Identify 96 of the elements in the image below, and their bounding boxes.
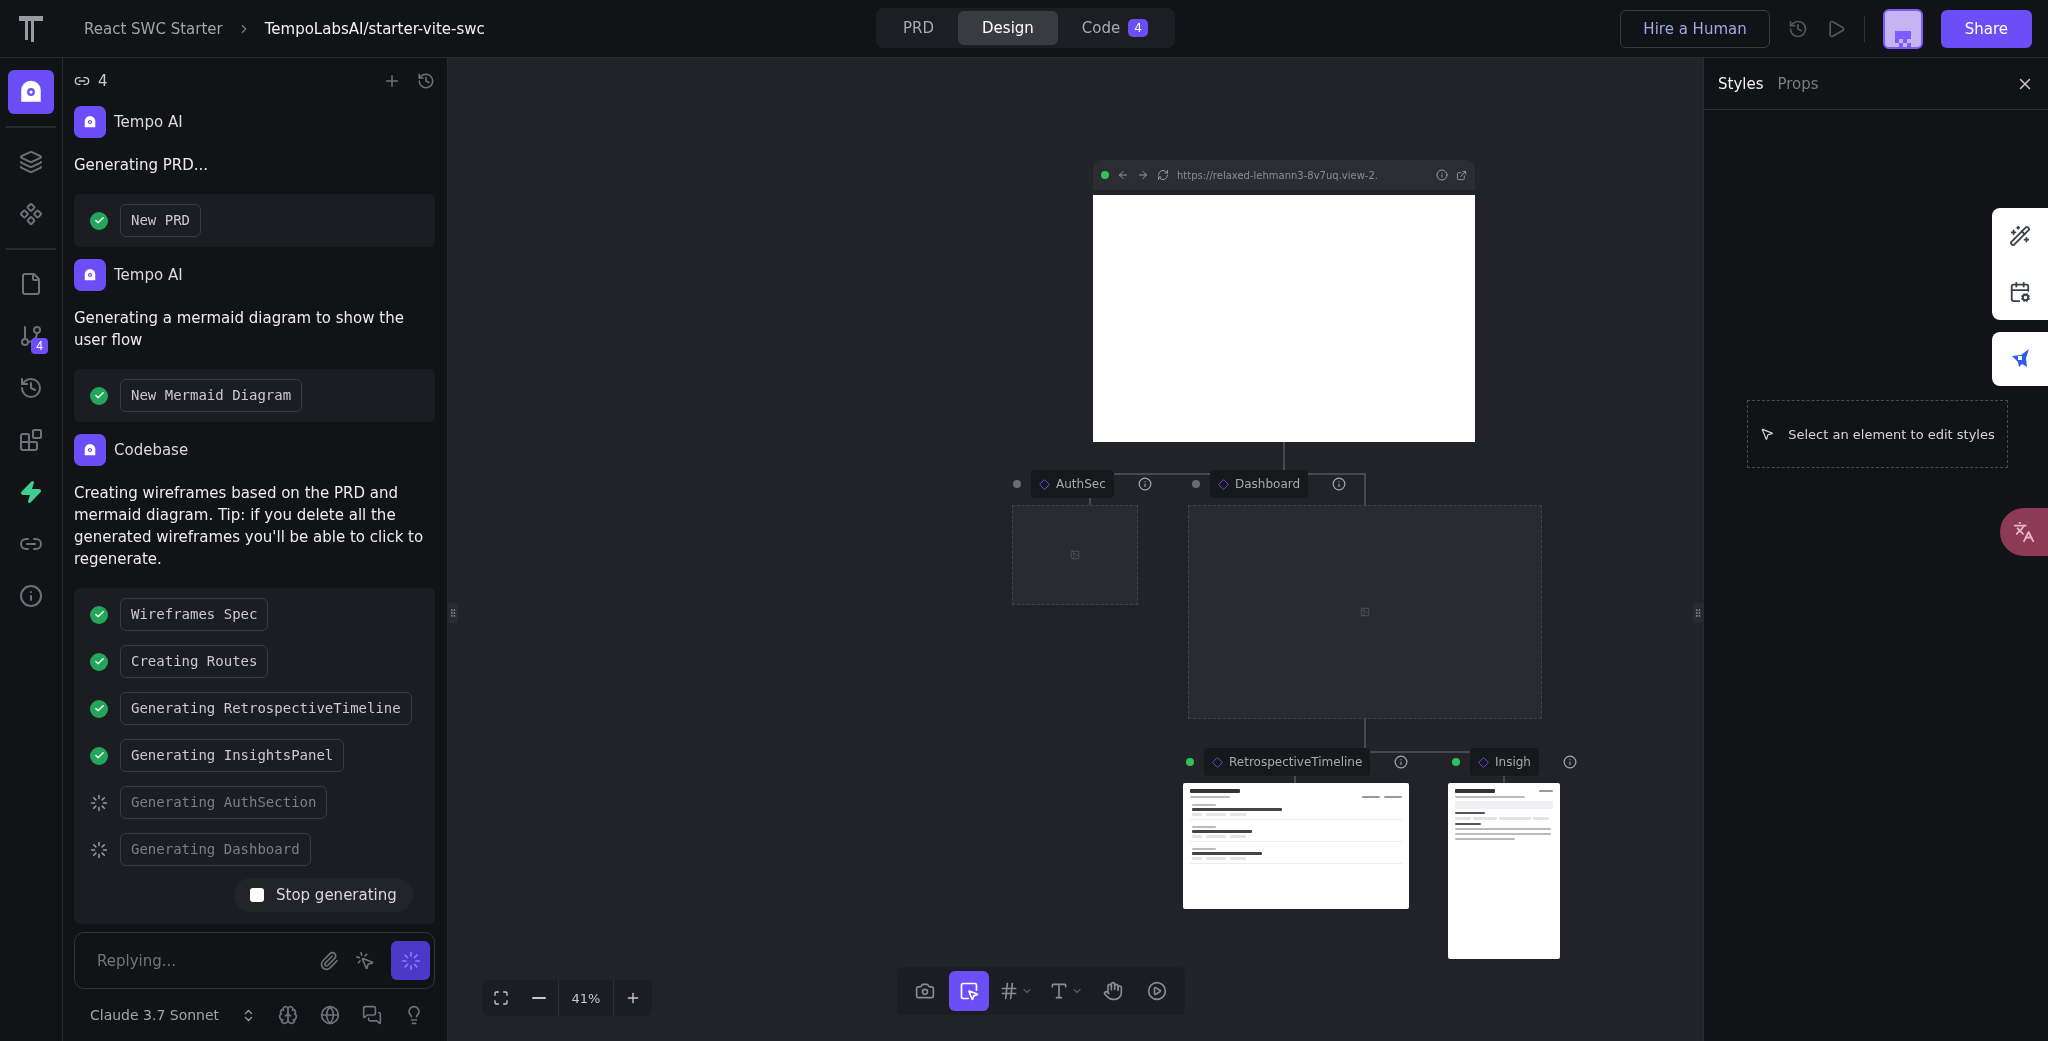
tool-button[interactable] [949, 971, 989, 1011]
attach-icon[interactable] [319, 950, 339, 971]
send-button[interactable] [391, 941, 430, 980]
step-chip[interactable]: Creating Routes [120, 645, 269, 678]
history-icon[interactable] [1787, 18, 1808, 39]
play-icon [1147, 981, 1167, 1001]
author-name: Tempo AI [114, 113, 183, 131]
pointer-icon[interactable] [355, 950, 375, 971]
count-badge: 4 [1128, 19, 1148, 37]
fullscreen-icon [493, 990, 509, 1006]
bolt-icon [19, 480, 43, 504]
plus-icon [383, 72, 401, 90]
external-link-icon[interactable] [1456, 169, 1467, 181]
select-tool-icon [959, 981, 979, 1001]
spinner-icon [400, 950, 421, 971]
globe-icon[interactable] [320, 1005, 341, 1025]
chat-bubbles-icon[interactable] [362, 1005, 383, 1025]
message-text: Creating wireframes based on the PRD and mermaid diagram. Tip: if you delete all the generated wireframes you'll be able to click to regenerate. [74, 483, 425, 570]
cursor-icon [1760, 427, 1775, 441]
model-select[interactable]: Claude 3.7 Sonnet [90, 1007, 257, 1023]
url-text: https://relaxed-lehmann3-8v7uq.view-2. [1177, 169, 1379, 181]
calendar-icon [2009, 281, 2031, 303]
plus-icon [625, 990, 641, 1006]
resize-handle[interactable] [448, 603, 458, 623]
diamond-icon [1212, 756, 1223, 768]
new-chat-button[interactable] [383, 72, 401, 90]
component-label[interactable]: Insigh [1470, 748, 1539, 776]
bot-icon [83, 443, 97, 457]
translate-icon [2013, 521, 2035, 543]
git-branch-icon [19, 324, 43, 348]
thread-count: 4 [98, 72, 108, 90]
step-chip[interactable]: Generating InsightsPanel [120, 739, 345, 772]
project-name[interactable]: React SWC Starter [84, 19, 223, 38]
history-icon [19, 376, 43, 400]
forward-icon[interactable] [1137, 169, 1149, 181]
reload-icon[interactable] [1157, 169, 1169, 181]
component-label[interactable]: AuthSec [1031, 470, 1114, 498]
zoom-level: 41% [558, 980, 614, 1016]
avatar[interactable] [1882, 8, 1923, 49]
component-label[interactable]: Dashboard [1210, 470, 1309, 498]
panel-tab[interactable]: Props [1777, 74, 1819, 93]
brain-icon[interactable] [278, 1005, 299, 1025]
info-icon[interactable] [1332, 477, 1347, 491]
mode-tab[interactable]: Design [958, 11, 1058, 45]
image-icon [1070, 550, 1080, 560]
step-chip[interactable]: Generating AuthSection [120, 786, 328, 819]
diamond-icon [1039, 478, 1050, 490]
hint-text: Select an element to edit styles [1788, 426, 1995, 442]
info-icon[interactable] [1394, 755, 1409, 769]
info-icon[interactable] [1562, 755, 1577, 769]
mode-tab[interactable]: PRD [879, 11, 959, 45]
author-name: Tempo AI [114, 266, 183, 284]
translate-button[interactable] [2000, 508, 2048, 556]
components-icon [19, 202, 43, 226]
step-chip[interactable]: Generating RetrospectiveTimeline [120, 692, 412, 725]
bot-icon [83, 115, 97, 129]
file-icon [19, 272, 43, 296]
history-button[interactable] [417, 72, 435, 90]
bot-icon [18, 79, 44, 105]
stop-button[interactable]: Stop generating [234, 878, 413, 912]
repo-name[interactable]: TempoLabsAI/starter-vite-swc [264, 19, 485, 38]
sidebar-button[interactable]: 4 [8, 314, 54, 358]
status-dot [1101, 171, 1109, 179]
info-icon [19, 584, 43, 608]
component-label[interactable]: RetrospectiveTimeline [1204, 748, 1371, 776]
panel-tab[interactable]: Styles [1718, 74, 1764, 93]
history-icon [417, 72, 435, 90]
minus-icon [532, 997, 546, 999]
mode-tab[interactable]: Code 4 [1057, 11, 1172, 45]
resize-handle[interactable] [1693, 603, 1703, 623]
wand-icon [2009, 225, 2031, 247]
logo-icon[interactable] [18, 14, 44, 43]
hire-button[interactable]: Hire a Human [1620, 9, 1770, 48]
hand-icon [1103, 981, 1123, 1001]
step-chip[interactable]: New Mermaid Diagram [120, 379, 303, 412]
sidebar-button[interactable] [8, 70, 54, 114]
frame-icon [999, 981, 1019, 1001]
text-tool-icon [1049, 981, 1069, 1001]
layers-icon [19, 150, 43, 174]
message-text: Generating PRD... [74, 155, 210, 176]
step-chip[interactable]: Generating Dashboard [120, 833, 311, 866]
message-text: Generating a mermaid diagram to show the user flow [74, 308, 405, 351]
diamond-icon [1478, 756, 1489, 768]
blocks-icon [19, 428, 43, 452]
count-badge: 4 [31, 338, 48, 354]
camera-icon [915, 981, 935, 1001]
diamond-icon [1218, 478, 1229, 490]
image-icon [1360, 607, 1370, 617]
author-name: Codebase [114, 441, 189, 459]
info-icon[interactable] [1436, 169, 1448, 181]
step-chip[interactable]: New PRD [120, 204, 201, 237]
info-icon[interactable] [1137, 477, 1152, 491]
share-button[interactable]: Share [1940, 9, 2032, 48]
bot-icon [83, 268, 97, 282]
step-chip[interactable]: Wireframes Spec [120, 598, 269, 631]
back-icon[interactable] [1117, 169, 1129, 181]
